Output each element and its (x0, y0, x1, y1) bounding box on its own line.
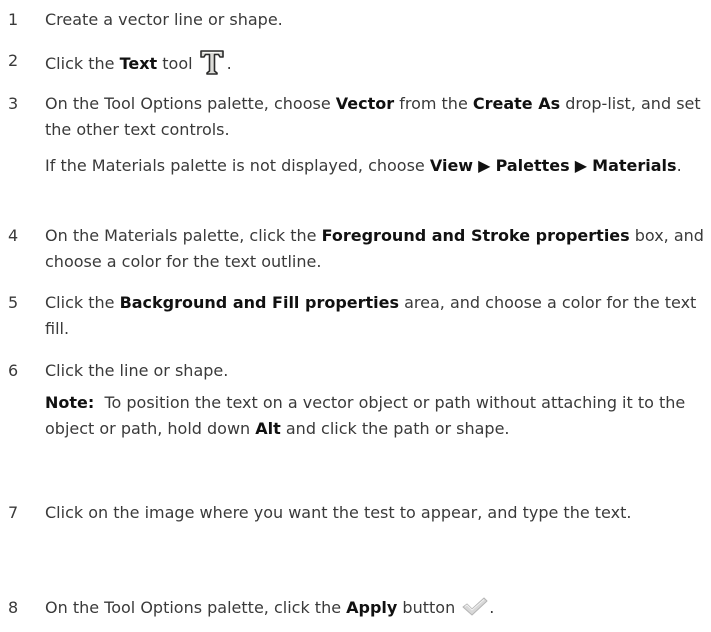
text-span: and click the path or shape. (280, 419, 510, 438)
text-span: On the Tool Options palette, click the (45, 598, 347, 617)
note: Note: To position the text on a vector o… (45, 390, 705, 442)
step-number: 3 (8, 94, 19, 113)
step-number: 5 (8, 293, 19, 312)
step-text: Click the Background and Fill properties… (45, 290, 705, 342)
checkmark-icon (461, 596, 489, 626)
ui-term: Vector (335, 94, 395, 113)
step-text: Click on the image where you want the te… (45, 500, 705, 526)
note-label: Note: (45, 393, 95, 412)
text-span: from the (394, 94, 473, 113)
step-number: 1 (8, 10, 19, 29)
step-number: 2 (8, 51, 19, 70)
ui-term: Create As (472, 94, 561, 113)
text-span: . (226, 54, 232, 73)
step-number: 4 (8, 226, 19, 245)
text-span: If the Materials palette is not displaye… (45, 156, 430, 175)
menu-separator: ▶ (569, 156, 593, 175)
step-text: On the Tool Options palette, choose Vect… (45, 91, 705, 179)
step-number: 7 (8, 503, 19, 522)
step-number: 6 (8, 361, 19, 380)
ui-term: Foreground and Stroke properties (321, 226, 630, 245)
step-line: Create a vector line or shape. (45, 10, 283, 29)
step-number: 8 (8, 598, 19, 617)
step-text: Click the line or shape. Note: To positi… (45, 358, 705, 442)
text-span: On the Materials palette, click the (45, 226, 322, 245)
menu-separator: ▶ (473, 156, 496, 175)
menu-path-palettes: Palettes (495, 156, 570, 175)
text-tool-icon (197, 48, 227, 84)
key-alt: Alt (255, 419, 281, 438)
step-text: Click the Text tool . (45, 48, 705, 84)
ui-term: Background and Fill properties (119, 293, 400, 312)
menu-path-materials: Materials (592, 156, 677, 175)
ui-term: Text (119, 54, 158, 73)
step-text: On the Materials palette, click the Fore… (45, 223, 705, 275)
step-text: Create a vector line or shape. (45, 7, 705, 33)
ui-term: Apply (346, 598, 398, 617)
step-line: Click the line or shape. (45, 361, 229, 380)
text-span: Click the (45, 54, 120, 73)
menu-path-view: View (429, 156, 474, 175)
text-span: . (676, 156, 682, 175)
text-span: tool (157, 54, 193, 73)
text-span: . (489, 598, 495, 617)
step-text: On the Tool Options palette, click the A… (45, 595, 705, 626)
text-span: On the Tool Options palette, choose (45, 94, 336, 113)
step-line: Click on the image where you want the te… (45, 503, 632, 522)
conditional-instruction: If the Materials palette is not displaye… (45, 153, 705, 179)
text-span: button (397, 598, 456, 617)
text-span: Click the (45, 293, 120, 312)
